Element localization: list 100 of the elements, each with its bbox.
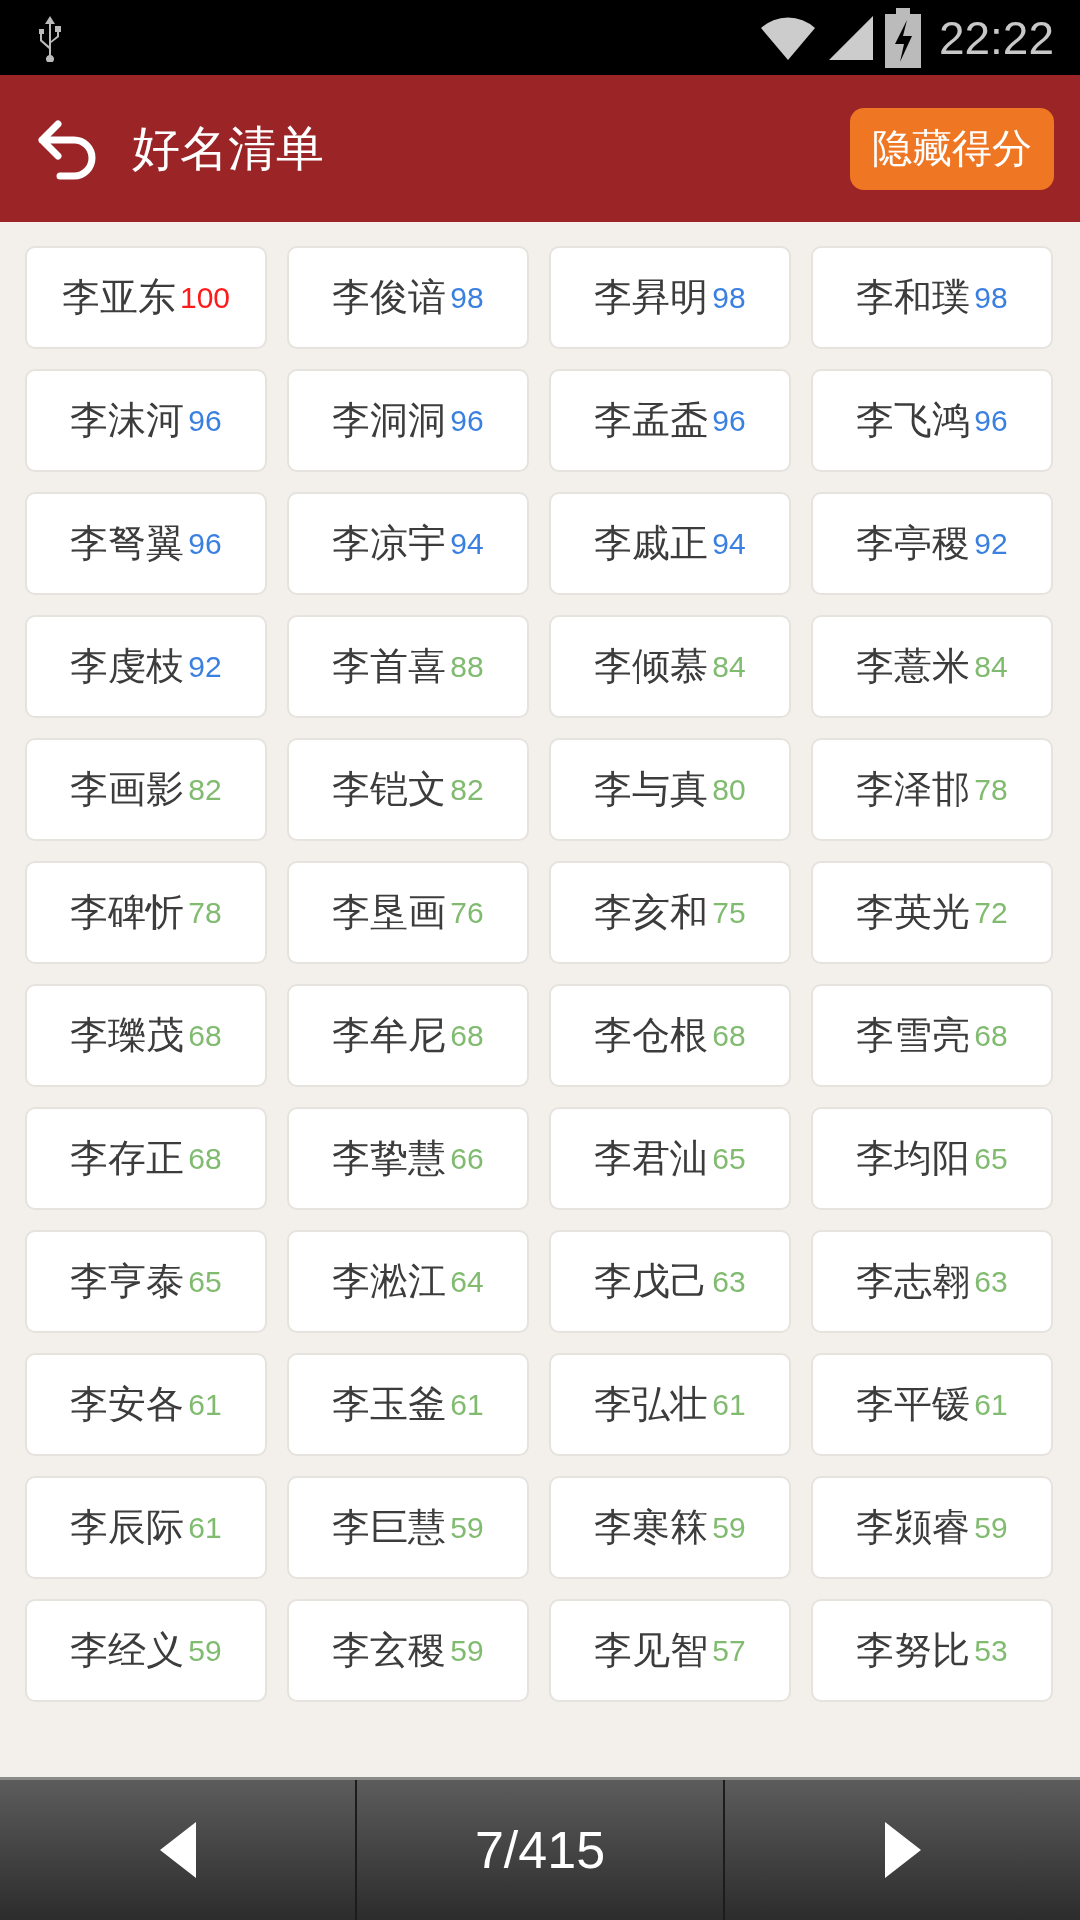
name-card[interactable]: 李雪亮 68 bbox=[811, 984, 1053, 1087]
name-text: 李玄稷 bbox=[332, 1627, 447, 1674]
name-card[interactable]: 李牟尼68 bbox=[287, 984, 529, 1087]
name-card[interactable]: 李玉釜61 bbox=[287, 1353, 529, 1456]
name-card[interactable]: 李垦画76 bbox=[287, 861, 529, 964]
name-card[interactable]: 李存正68 bbox=[25, 1107, 267, 1210]
name-card[interactable]: 李碑忻78 bbox=[25, 861, 267, 964]
score-text: 61 bbox=[188, 1387, 222, 1422]
name-text: 李首喜 bbox=[332, 643, 447, 690]
name-card[interactable]: 李安各 61 bbox=[25, 1353, 267, 1456]
name-text: 李倾慕 bbox=[594, 643, 709, 690]
name-text: 李亭稷 bbox=[856, 520, 971, 567]
name-card[interactable]: 李亭稷 92 bbox=[811, 492, 1053, 595]
score-text: 59 bbox=[188, 1633, 222, 1668]
name-text: 李俊谙 bbox=[332, 274, 447, 321]
score-text: 76 bbox=[450, 895, 484, 930]
name-card[interactable]: 李亚东 100 bbox=[25, 246, 267, 349]
score-text: 82 bbox=[450, 772, 484, 807]
name-text: 李碑忻 bbox=[70, 889, 185, 936]
name-card[interactable]: 李亨泰65 bbox=[25, 1230, 267, 1333]
score-text: 59 bbox=[450, 1633, 484, 1668]
name-text: 李巨慧 bbox=[332, 1504, 447, 1551]
score-text: 68 bbox=[450, 1018, 484, 1053]
score-text: 61 bbox=[974, 1387, 1008, 1422]
name-text: 李虔枝 bbox=[70, 643, 185, 690]
score-text: 98 bbox=[974, 280, 1008, 315]
name-card[interactable]: 李倾慕84 bbox=[549, 615, 791, 718]
score-text: 82 bbox=[188, 772, 222, 807]
name-text: 李志翱 bbox=[856, 1258, 971, 1305]
score-text: 65 bbox=[188, 1264, 222, 1299]
score-text: 72 bbox=[974, 895, 1008, 930]
name-card[interactable]: 李亥和 75 bbox=[549, 861, 791, 964]
name-card[interactable]: 李弘壮61 bbox=[549, 1353, 791, 1456]
score-text: 84 bbox=[974, 649, 1008, 684]
name-card[interactable]: 李仓根68 bbox=[549, 984, 791, 1087]
name-text: 李亚东 bbox=[61, 274, 176, 321]
name-text: 李沫河 bbox=[70, 397, 185, 444]
name-text: 李画影 bbox=[70, 766, 185, 813]
name-card[interactable]: 李见智 57 bbox=[549, 1599, 791, 1702]
name-card[interactable]: 李洞洞 96 bbox=[287, 369, 529, 472]
name-text: 李颎睿 bbox=[856, 1504, 971, 1551]
score-text: 68 bbox=[974, 1018, 1008, 1053]
name-card[interactable]: 李戊己 63 bbox=[549, 1230, 791, 1333]
name-card[interactable]: 李均阳 65 bbox=[811, 1107, 1053, 1210]
name-text: 李弘壮 bbox=[594, 1381, 709, 1428]
name-card[interactable]: 李挚慧66 bbox=[287, 1107, 529, 1210]
name-card[interactable]: 李戚正94 bbox=[549, 492, 791, 595]
name-card[interactable]: 李和璞98 bbox=[811, 246, 1053, 349]
name-card[interactable]: 李首喜88 bbox=[287, 615, 529, 718]
score-text: 96 bbox=[188, 526, 222, 561]
score-text: 92 bbox=[974, 526, 1008, 561]
name-card[interactable]: 李薏米 84 bbox=[811, 615, 1053, 718]
name-card[interactable]: 李飞鸿96 bbox=[811, 369, 1053, 472]
name-card[interactable]: 李昪明 98 bbox=[549, 246, 791, 349]
name-card[interactable]: 李君汕 65 bbox=[549, 1107, 791, 1210]
name-card[interactable]: 李泽邯 78 bbox=[811, 738, 1053, 841]
name-card[interactable]: 李英光72 bbox=[811, 861, 1053, 964]
score-text: 65 bbox=[712, 1141, 746, 1176]
name-card[interactable]: 李俊谙98 bbox=[287, 246, 529, 349]
score-text: 98 bbox=[450, 280, 484, 315]
name-text: 李努比 bbox=[856, 1627, 971, 1674]
score-text: 59 bbox=[450, 1510, 484, 1545]
score-text: 64 bbox=[450, 1264, 484, 1299]
name-card[interactable]: 李经义 59 bbox=[25, 1599, 267, 1702]
name-card[interactable]: 李巨慧59 bbox=[287, 1476, 529, 1579]
name-card[interactable]: 李与真80 bbox=[549, 738, 791, 841]
name-card[interactable]: 李淞江64 bbox=[287, 1230, 529, 1333]
name-text: 李孟盉 bbox=[594, 397, 709, 444]
name-card[interactable]: 李铠文 82 bbox=[287, 738, 529, 841]
name-card[interactable]: 李颎睿 59 bbox=[811, 1476, 1053, 1579]
score-text: 53 bbox=[974, 1633, 1008, 1668]
score-text: 96 bbox=[712, 403, 746, 438]
name-card[interactable]: 李努比 53 bbox=[811, 1599, 1053, 1702]
score-text: 94 bbox=[712, 526, 746, 561]
name-card[interactable]: 李寒箖59 bbox=[549, 1476, 791, 1579]
page-title: 好名清单 bbox=[132, 118, 325, 178]
score-text: 96 bbox=[974, 403, 1008, 438]
name-text: 李君汕 bbox=[594, 1135, 709, 1182]
name-card[interactable]: 李孟盉96 bbox=[549, 369, 791, 472]
name-card[interactable]: 李虔枝92 bbox=[25, 615, 267, 718]
clock-time: 22:22 bbox=[938, 10, 1054, 65]
score-text: 75 bbox=[712, 895, 746, 930]
name-card[interactable]: 李平锾61 bbox=[811, 1353, 1053, 1456]
name-text: 李仓根 bbox=[594, 1012, 709, 1059]
name-card[interactable]: 李沫河96 bbox=[25, 369, 267, 472]
name-text: 李牟尼 bbox=[332, 1012, 447, 1059]
name-card[interactable]: 李玄稷 59 bbox=[287, 1599, 529, 1702]
score-text: 68 bbox=[188, 1141, 222, 1176]
name-text: 李玉釜 bbox=[332, 1381, 447, 1428]
name-card[interactable]: 李辰际61 bbox=[25, 1476, 267, 1579]
name-text: 李存正 bbox=[70, 1135, 185, 1182]
score-text: 96 bbox=[188, 403, 222, 438]
score-text: 57 bbox=[712, 1633, 746, 1668]
name-card[interactable]: 李志翱 63 bbox=[811, 1230, 1053, 1333]
name-text: 李铠文 bbox=[332, 766, 447, 813]
name-card[interactable]: 李画影 82 bbox=[25, 738, 267, 841]
name-card[interactable]: 李凉宇 94 bbox=[287, 492, 529, 595]
name-card[interactable]: 李瓅茂68 bbox=[25, 984, 267, 1087]
name-text: 李与真 bbox=[594, 766, 709, 813]
name-card[interactable]: 李弩翼96 bbox=[25, 492, 267, 595]
